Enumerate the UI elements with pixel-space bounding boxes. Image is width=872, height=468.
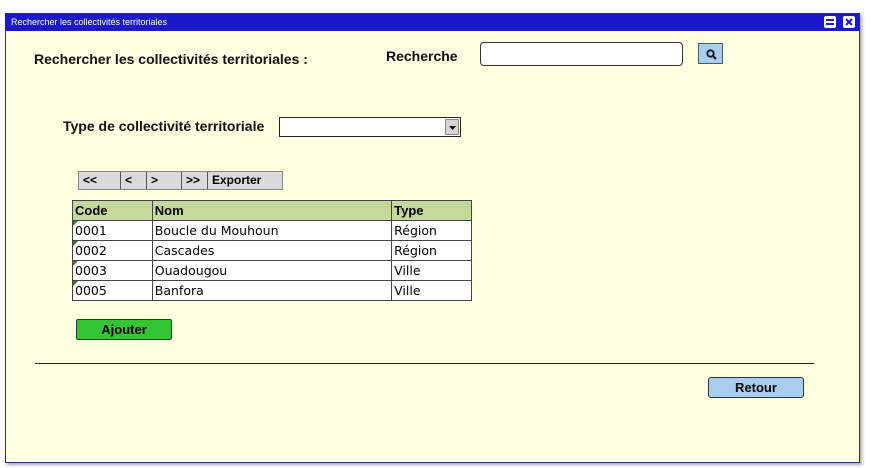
cell-type[interactable]: Ville [391, 260, 472, 281]
chevron-down-icon[interactable] [445, 119, 459, 135]
cell-nom[interactable]: Ouadougou [151, 260, 393, 281]
divider [35, 363, 814, 364]
title-bar: Rechercher les collectivités territorial… [6, 14, 859, 31]
type-label: Type de collectivité territoriale [63, 118, 265, 134]
window-restore-icon[interactable] [824, 16, 836, 28]
export-button[interactable]: Exporter [208, 172, 282, 189]
next-page-button[interactable]: > [147, 172, 182, 189]
search-button[interactable] [698, 43, 723, 64]
cell-nom[interactable]: Cascades [151, 240, 393, 261]
table-row[interactable]: 0002 Cascades Région [72, 240, 472, 261]
first-page-button[interactable]: << [79, 172, 121, 189]
column-header-type[interactable]: Type [391, 200, 472, 221]
search-label: Recherche [386, 48, 458, 64]
prev-page-button[interactable]: < [121, 172, 147, 189]
cell-code[interactable]: 0005 [72, 280, 153, 301]
back-button[interactable]: Retour [708, 377, 804, 398]
cell-nom[interactable]: Boucle du Mouhoun [151, 220, 393, 241]
search-icon [706, 49, 717, 60]
column-header-code[interactable]: Code [72, 200, 153, 221]
cell-nom[interactable]: Banfora [151, 280, 393, 301]
results-table: Code Nom Type 0001 Boucle du Mouhoun Rég… [72, 200, 472, 301]
cell-code[interactable]: 0002 [72, 240, 153, 261]
cell-code[interactable]: 0003 [72, 260, 153, 281]
page-heading: Rechercher les collectivités territorial… [34, 51, 308, 67]
type-select[interactable] [279, 117, 461, 137]
add-button[interactable]: Ajouter [76, 319, 172, 340]
table-row[interactable]: 0003 Ouadougou Ville [72, 260, 472, 281]
table-header-row: Code Nom Type [72, 200, 472, 221]
cell-type[interactable]: Région [391, 220, 472, 241]
cell-type[interactable]: Ville [391, 280, 472, 301]
table-row[interactable]: 0005 Banfora Ville [72, 280, 472, 301]
cell-code[interactable]: 0001 [72, 220, 153, 241]
last-page-button[interactable]: >> [182, 172, 208, 189]
column-header-nom[interactable]: Nom [151, 200, 393, 221]
window-close-icon[interactable] [843, 16, 855, 28]
cell-type[interactable]: Région [391, 240, 472, 261]
table-row[interactable]: 0001 Boucle du Mouhoun Région [72, 220, 472, 241]
pagination-toolbar: << < > >> Exporter [78, 171, 283, 190]
dialog-window: Rechercher les collectivités territorial… [5, 13, 860, 463]
search-input[interactable] [480, 42, 683, 66]
window-title: Rechercher les collectivités territorial… [11, 17, 168, 27]
